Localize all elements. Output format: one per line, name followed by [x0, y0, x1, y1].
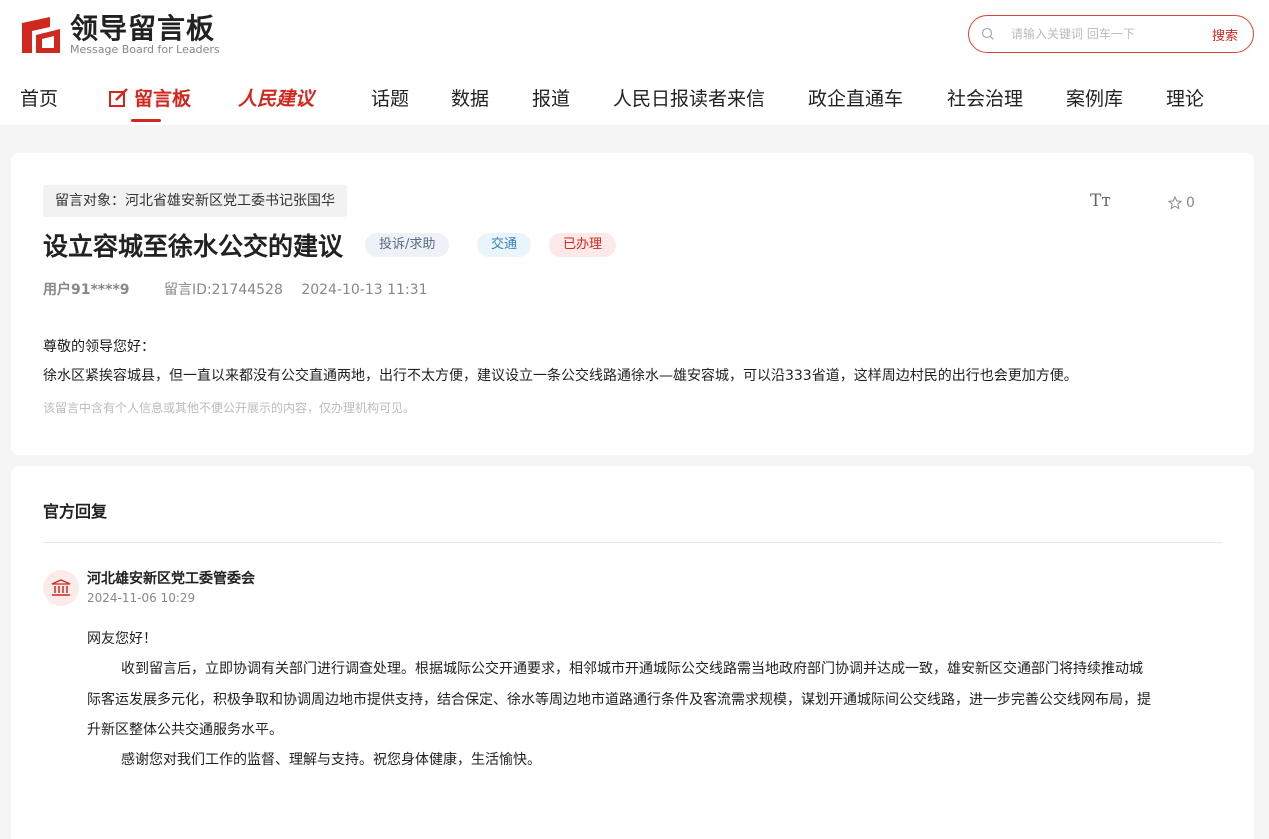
nav-item-data[interactable]: 数据	[451, 84, 489, 111]
government-building-icon	[51, 579, 71, 596]
message-meta: 用户91****9 留言ID:21744528 2024-10-13 11:31	[43, 279, 427, 299]
nav-item-label: 留言板	[134, 88, 192, 110]
message-title: 设立容城至徐水公交的建议	[43, 232, 344, 261]
nav-active-indicator	[131, 119, 161, 122]
favorite-count: 0	[1186, 195, 1195, 211]
search-input[interactable]	[1011, 27, 1181, 41]
nav-item-home[interactable]: 首页	[20, 84, 58, 111]
logo[interactable]: 领导留言板 Message Board for Leaders	[20, 14, 220, 56]
message-user: 用户91****9	[43, 282, 130, 298]
nav-item-theory[interactable]: 理论	[1166, 84, 1204, 111]
nav-item-topics[interactable]: 话题	[371, 84, 409, 111]
font-size-toggle[interactable]: Tт	[1090, 191, 1111, 211]
reply-organization: 河北雄安新区党工委管委会	[87, 571, 255, 587]
avatar	[43, 570, 79, 606]
reply-paragraph: 际客运发展多元化，积极争取和协调周边地市提供支持，结合保定、徐水等周边地市道路通…	[87, 692, 1151, 708]
reply-heading: 官方回复	[43, 502, 108, 521]
nav-item-business-express[interactable]: 政企直通车	[808, 84, 903, 111]
logo-mark-icon	[20, 15, 62, 55]
brand-subtitle: Message Board for Leaders	[70, 43, 220, 56]
message-time: 2024-10-13 11:31	[301, 282, 428, 298]
brand-title: 领导留言板	[70, 12, 216, 45]
nav-item-reports[interactable]: 报道	[532, 84, 570, 111]
message-target: 留言对象：河北省雄安新区党工委书记张国华	[43, 185, 347, 217]
nav-item-message-board[interactable]: 留言板	[108, 84, 191, 111]
search-box: 搜索	[968, 15, 1254, 53]
tag-field[interactable]: 交通	[477, 233, 532, 257]
reply-paragraph: 网友您好！	[87, 631, 157, 647]
reply-paragraph: 升新区整体公共交通服务水平。	[87, 722, 283, 738]
reply-paragraph: 收到留言后，立即协调有关部门进行调查处理。根据城际公交开通要求，相邻城市开通城际…	[121, 661, 1143, 677]
message-card: 留言对象：河北省雄安新区党工委书记张国华 Tт 0 设立容城至徐水公交的建议 投…	[11, 153, 1254, 455]
main-nav: 首页 留言板 人民建议 话题 数据 报道 人民日报读者来信 政企直通车 社会治理…	[0, 76, 1269, 121]
message-id: 留言ID:21744528	[163, 282, 283, 298]
star-icon	[1168, 196, 1182, 210]
reply-time: 2024-11-06 10:29	[87, 591, 196, 605]
divider	[43, 542, 1223, 543]
message-greeting: 尊敬的领导您好：	[43, 339, 155, 355]
header: 领导留言板 Message Board for Leaders 搜索 首页 留言…	[0, 0, 1269, 125]
nav-item-case-library[interactable]: 案例库	[1066, 84, 1123, 111]
edit-icon	[109, 87, 128, 107]
nav-item-reader-letters[interactable]: 人民日报读者来信	[613, 84, 765, 111]
search-icon	[981, 27, 994, 40]
status-badge: 已办理	[549, 233, 617, 257]
favorite-button[interactable]: 0	[1168, 195, 1195, 211]
nav-item-social-governance[interactable]: 社会治理	[947, 84, 1023, 111]
nav-item-people-suggestions[interactable]: 人民建议	[238, 84, 314, 111]
privacy-notice: 该留言中含有个人信息或其他不便公开展示的内容，仅办理机构可见。	[43, 401, 416, 415]
reply-paragraph: 感谢您对我们工作的监督、理解与支持。祝您身体健康，生活愉快。	[121, 752, 541, 768]
reply-card: 官方回复 河北雄安新区党工委管委会 2024-11-06 10:29 网友您好！…	[11, 466, 1254, 839]
message-body: 徐水区紧挨容城县，但一直以来都没有公交直通两地，出行不太方便，建议设立一条公交线…	[43, 368, 1078, 384]
tag-category[interactable]: 投诉/求助	[365, 233, 450, 257]
search-button[interactable]: 搜索	[1212, 25, 1238, 44]
